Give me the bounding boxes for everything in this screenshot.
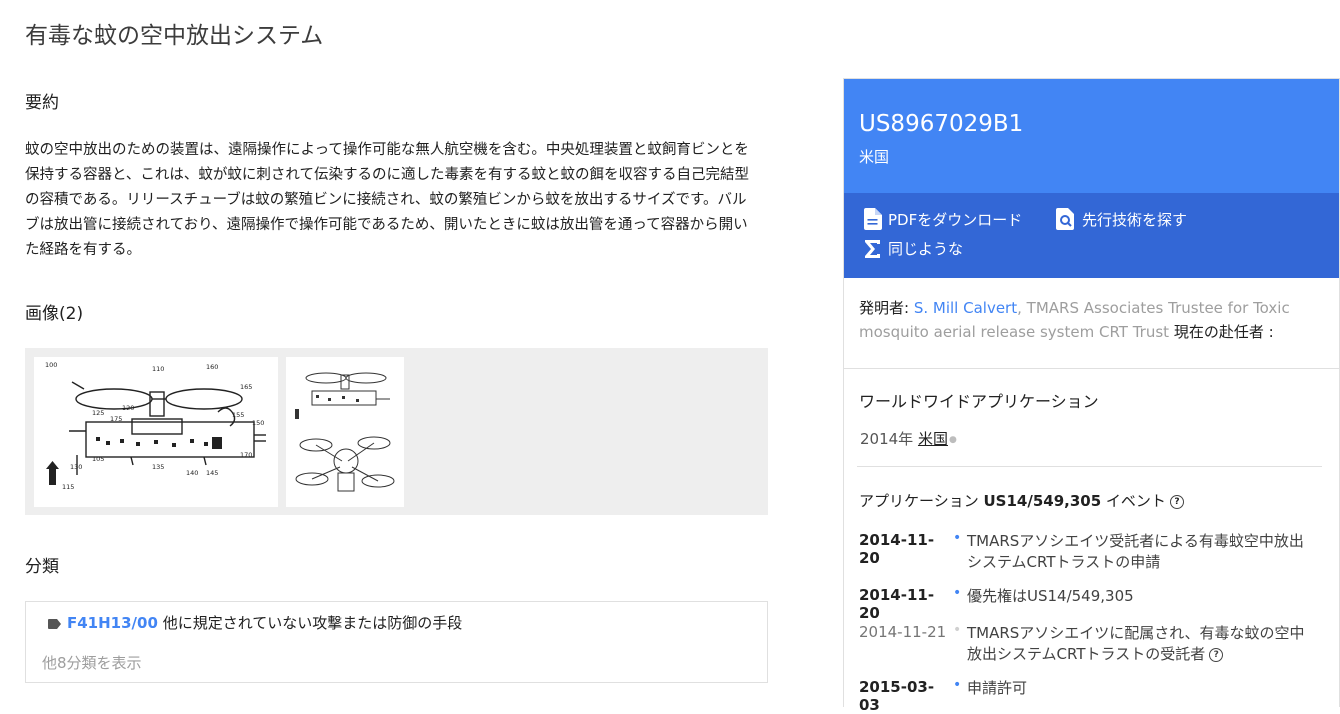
classification-description: 他に規定されていない攻撃または防御の手段 [162,614,463,632]
sidebar-actions: PDFをダウンロード 先行技術を探す 同じような [844,193,1339,278]
section-divider [844,368,1339,369]
classifications-panel: F41H13/00 他に規定されていない攻撃または防御の手段 他8分類を表示 [25,601,768,683]
prior-art-search-icon [1056,208,1074,230]
help-icon[interactable]: ? [1209,647,1224,662]
patent-sidebar: US8967029B1 米国 PDFをダウンロード 先行技術を探す 同じような … [843,78,1340,714]
fig1-label: 145 [206,469,218,477]
application-prefix: アプリケーション [859,492,979,510]
worldwide-applications-heading: ワールドワイドアプリケーション [859,392,1099,411]
event-date: 2014-11-20 [859,586,935,622]
help-icon[interactable]: ? [1169,494,1184,509]
current-assignee-label: 現在の赴任者 : [1173,323,1274,341]
pdf-file-icon [864,208,882,230]
fig1-label: 105 [92,455,104,463]
classifications-heading: 分類 [25,557,59,577]
label-tag-icon [48,618,61,629]
fig1-label: 125 [92,409,104,417]
application-events-heading: アプリケーション US14/549,305 イベント? [859,490,1184,511]
figure-2-drawing [295,372,395,492]
worldwide-country-link[interactable]: 米国 [918,430,948,448]
fig1-label: 115 [62,483,74,491]
inventors-label: 発明者: [859,299,910,317]
similar-documents-button[interactable]: 同じような [864,238,963,259]
status-dot-icon: ● [948,434,957,445]
figure-2-thumbnail[interactable] [286,357,404,507]
application-suffix: イベント [1105,492,1166,510]
event-text: TMARSアソシエイツ受託者による有毒蚊空中放出システムCRTトラストの申請 [967,532,1304,571]
section-divider [857,466,1322,467]
show-more-classifications-link[interactable]: 他8分類を表示 [42,652,142,673]
fig1-label: 100 [45,361,57,369]
fig1-label: 130 [70,463,82,471]
application-number: US14/549,305 [983,492,1102,510]
figure-1-thumbnail[interactable]: 100 110 160 165 125 120 175 155 150 130 … [34,357,278,507]
fig1-label: 135 [152,463,164,471]
download-pdf-label: PDFをダウンロード [888,210,1023,229]
inventor-link[interactable]: S. Mill Calvert [914,299,1017,317]
abstract-heading: 要約 [25,93,59,113]
inventors-info: 発明者: S. Mill Calvert, TMARS Associates T… [859,299,1290,341]
event-bullet-icon: • [953,622,962,638]
classification-row: F41H13/00 他に規定されていない攻撃または防御の手段 [48,612,462,633]
find-prior-art-label: 先行技術を探す [1082,210,1188,229]
sigma-icon [865,239,880,258]
images-heading: 画像(2) [25,304,84,324]
event-text: 申請許可 [967,679,1028,697]
event-date: 2014-11-20 [859,531,935,567]
worldwide-year: 2014年 [860,430,914,448]
sidebar-header: US8967029B1 米国 [844,79,1339,193]
image-gallery: 100 110 160 165 125 120 175 155 150 130 … [25,348,768,515]
classification-code-link[interactable]: F41H13/00 [67,614,158,632]
fig1-label: 140 [186,469,198,477]
similar-documents-label: 同じような [888,240,964,258]
download-pdf-button[interactable]: PDFをダウンロード [864,208,1022,230]
worldwide-application-row: 2014年 米国● [860,428,957,449]
find-prior-art-button[interactable]: 先行技術を探す [1056,208,1187,230]
event-bullet-icon: • [953,530,962,546]
event-date: 2014-11-21 [859,623,947,641]
fig1-label: 175 [110,415,122,423]
event-date: 2015-03-03 [859,678,935,714]
page-title: 有毒な蚊の空中放出システム [25,23,324,49]
event-text: TMARSアソシエイツに配属され、有毒な蚊の空中放出システムCRTトラストの受託… [967,624,1305,663]
abstract-text: 蚊の空中放出のための装置は、遠隔操作によって操作可能な無人航空機を含む。中央処理… [25,142,749,258]
event-bullet-icon: • [953,585,962,601]
fig1-label: 170 [240,451,252,459]
publication-country: 米国 [859,148,890,166]
fig1-label: 120 [122,404,134,412]
event-bullet-icon: • [953,677,962,693]
fig1-label: 155 [232,411,244,419]
publication-number: US8967029B1 [859,111,1024,137]
fig1-label: 150 [252,419,264,427]
fig1-label: 165 [240,383,252,391]
fig1-label: 160 [206,363,218,371]
event-text: 優先権はUS14/549,305 [967,587,1134,605]
fig1-label: 110 [152,365,164,373]
figure-1-drawing: 100 110 160 165 125 120 175 155 150 130 … [45,361,266,491]
